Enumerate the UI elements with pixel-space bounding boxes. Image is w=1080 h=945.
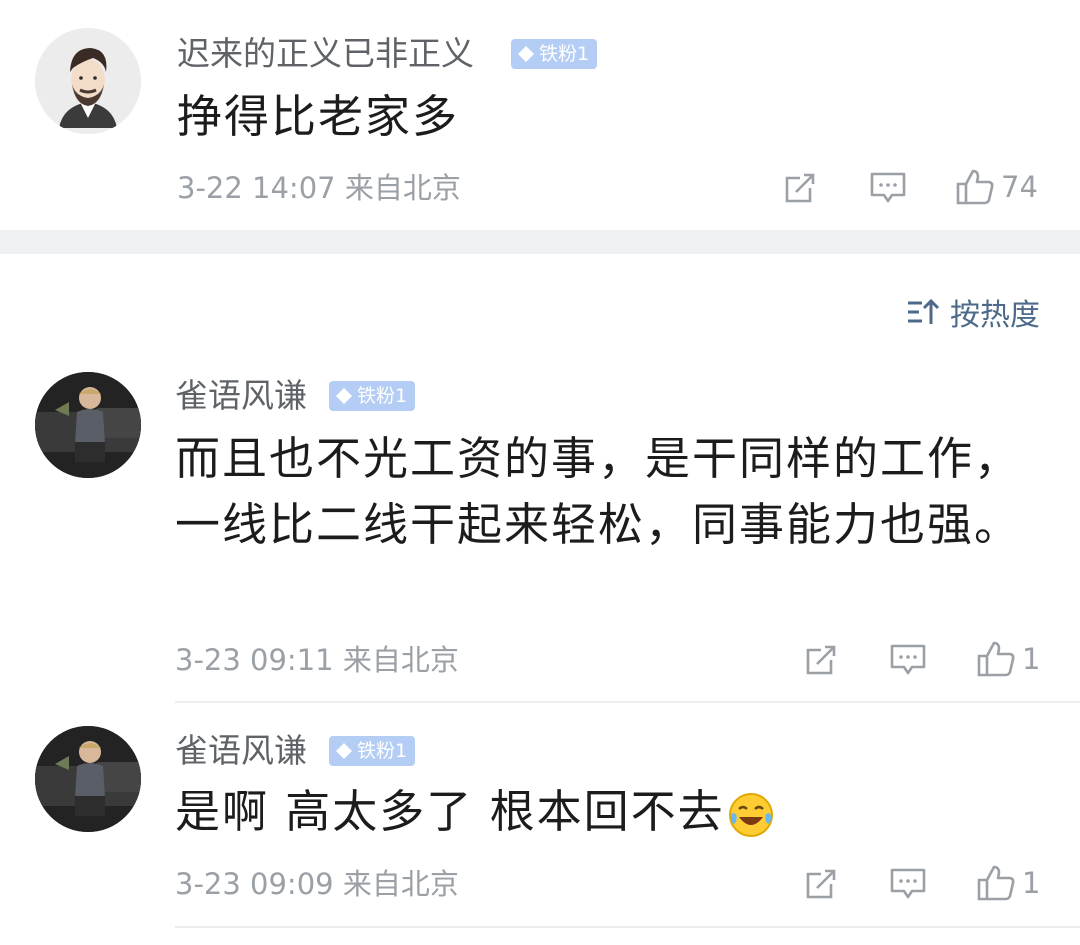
reply-icon: [870, 172, 906, 203]
bearded-man-avatar-icon: [35, 28, 141, 134]
comment-divider: [175, 926, 1080, 928]
share-icon: [806, 869, 836, 899]
like-count: 74: [1001, 170, 1038, 204]
diamond-icon: [336, 743, 352, 759]
comment-text: 是啊 高太多了 根本回不去: [175, 785, 725, 838]
reply-icon: [890, 644, 926, 675]
thumbs-up-icon: [977, 641, 1015, 677]
like-button[interactable]: 1: [976, 640, 1040, 678]
thumbs-up-icon: [977, 865, 1015, 901]
diamond-icon: [518, 46, 534, 62]
section-divider: [0, 230, 1080, 254]
child-photo-avatar-icon: [35, 726, 141, 832]
fan-badge: 铁粉1: [329, 736, 416, 766]
avatar[interactable]: [35, 28, 141, 134]
reply-icon: [890, 868, 926, 899]
child-photo-avatar-icon: [35, 372, 141, 478]
comment-divider: [175, 701, 1080, 703]
like-button[interactable]: 74: [955, 168, 1038, 206]
sort-label: 按热度: [950, 298, 1040, 333]
fan-badge: 铁粉1: [329, 381, 416, 411]
like-count: 1: [1022, 642, 1041, 676]
fan-badge: 铁粉1: [511, 39, 598, 69]
avatar[interactable]: [35, 372, 141, 478]
reply-button[interactable]: [889, 866, 927, 902]
sort-icon: [908, 298, 940, 324]
username[interactable]: 雀语风谦: [175, 731, 307, 771]
comment-page: 迟来的正义已非正义 铁粉1 挣得比老家多 3-22 14:07 来自北京 74 …: [0, 0, 1080, 945]
badge-label: 铁粉1: [357, 385, 408, 407]
share-icon: [785, 173, 815, 203]
share-button[interactable]: [803, 866, 839, 902]
avatar[interactable]: [35, 726, 141, 832]
like-button[interactable]: 1: [976, 864, 1040, 902]
badge-label: 铁粉1: [539, 43, 590, 65]
comment-meta: 3-23 09:11 来自北京: [175, 643, 459, 677]
thumbs-up-icon: [956, 169, 994, 205]
share-icon: [806, 645, 836, 675]
diamond-icon: [336, 388, 352, 404]
comment-text-row: 是啊 高太多了 根本回不去: [175, 779, 1025, 845]
comment-meta: 3-23 09:09 来自北京: [175, 867, 459, 901]
comment-meta: 3-22 14:07 来自北京: [177, 171, 461, 205]
reply-button[interactable]: [889, 642, 927, 678]
sort-toggle[interactable]: 按热度: [906, 290, 1040, 334]
username[interactable]: 迟来的正义已非正义: [177, 34, 474, 74]
comment-text: 而且也不光工资的事，是干同样的工作，一线比二线干起来轻松，同事能力也强。: [175, 432, 1022, 551]
username[interactable]: 雀语风谦: [175, 376, 307, 416]
badge-label: 铁粉1: [357, 740, 408, 762]
like-count: 1: [1022, 866, 1041, 900]
share-button[interactable]: [782, 170, 818, 206]
laugh-cry-emoji-icon: [728, 793, 773, 837]
reply-button[interactable]: [869, 170, 907, 206]
comment-text: 挣得比老家多: [177, 90, 460, 143]
share-button[interactable]: [803, 642, 839, 678]
